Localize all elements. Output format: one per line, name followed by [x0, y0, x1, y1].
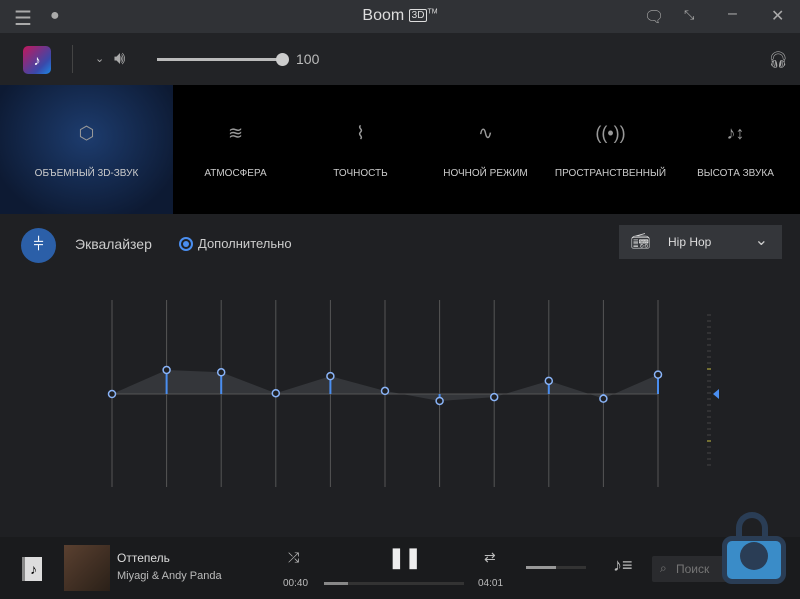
boombox-icon: 📻︎ — [631, 233, 651, 250]
eq-band-knob[interactable] — [162, 365, 171, 375]
effect-label: ТОЧНОСТЬ — [333, 168, 388, 179]
minimize-icon[interactable]: – — [728, 5, 737, 23]
lock-overlay-icon — [722, 512, 786, 586]
chevron-down-icon: ⌄ — [754, 232, 768, 249]
waves-icon: ≋ — [227, 123, 244, 143]
cube-icon: ⬡ — [78, 123, 95, 143]
app-logo[interactable]: ♪ — [23, 46, 51, 74]
player-volume-fill — [526, 566, 556, 569]
search-icon: ⌕ — [660, 561, 667, 575]
progress-bar[interactable] — [324, 582, 464, 585]
shuffle-icon[interactable]: ⤮ — [288, 549, 299, 566]
title-tm: TM — [427, 8, 438, 16]
volume-slider-handle[interactable] — [276, 53, 289, 66]
eq-band-knob[interactable] — [271, 388, 281, 398]
search-input[interactable] — [676, 560, 720, 578]
pause-icon[interactable]: ❚❚ — [388, 545, 422, 570]
app-title-text: Boom — [362, 7, 405, 24]
duration: 04:01 — [478, 578, 504, 589]
preset-dropdown[interactable]: 📻︎ Hip Hop ⌄ — [619, 225, 782, 259]
compact-icon[interactable]: ⤡ — [684, 7, 694, 23]
progress-fill — [324, 582, 348, 585]
effects-bar: ⬡ ОБЪЕМНЫЙ 3D-ЗВУК ≋ АТМОСФЕРА ⌇ ТОЧНОСТЬ ∿… — [0, 85, 800, 214]
effect-label: АТМОСФЕРА — [204, 168, 267, 179]
advanced-label[interactable]: Дополнительно — [198, 236, 292, 251]
equalizer-label: Эквалайзер — [75, 236, 152, 252]
eq-band-knob[interactable] — [326, 371, 335, 381]
eq-band-knob[interactable] — [599, 394, 608, 403]
advanced-radio[interactable] — [179, 237, 193, 251]
effect-night-mode[interactable]: ∿ НОЧНОЙ РЕЖИМ — [423, 85, 548, 214]
eq-band-knob[interactable] — [653, 370, 663, 379]
effect-label: НОЧНОЙ РЕЖИМ — [443, 168, 528, 179]
feedback-icon[interactable]: 🗨 — [644, 7, 664, 27]
eq-band-knob[interactable] — [435, 396, 444, 406]
effect-label: ВЫСОТА ЗВУКА — [697, 168, 774, 179]
app-title: Boom 3D TM — [0, 7, 800, 25]
equalizer-toggle[interactable]: ⫩ — [21, 228, 56, 263]
divider — [72, 45, 73, 73]
preamp-handle-knob[interactable] — [713, 389, 719, 399]
headphones-icon[interactable]: 🎧︎ — [768, 50, 788, 70]
eq-band-knob[interactable] — [489, 392, 499, 402]
sliders-icon: ⫩ — [33, 234, 44, 254]
spatial-icon: ((•)) — [595, 123, 626, 143]
title-bar: ☰ ● Boom 3D TM 🗨 ⤡ – ✕ — [0, 0, 800, 33]
effect-fidelity[interactable]: ⌇ ТОЧНОСТЬ — [298, 85, 423, 214]
eq-band-knob[interactable] — [107, 389, 117, 399]
volume-slider[interactable] — [157, 58, 282, 61]
repeat-icon[interactable]: ⇄ — [484, 549, 496, 566]
track-title: Оттепель — [117, 551, 170, 565]
close-icon[interactable]: ✕ — [771, 6, 784, 26]
volume-value: 100 — [296, 51, 320, 67]
effect-spatial[interactable]: ((•)) ПРОСТРАНСТВЕННЫЙ — [548, 85, 673, 214]
effect-label: ПРОСТРАНСТВЕННЫЙ — [554, 168, 667, 179]
speaker-icon[interactable]: 🔊︎ — [114, 48, 125, 69]
music-library-icon[interactable]: ♪ — [22, 557, 42, 581]
playlist-icon[interactable]: ♪≡ — [613, 555, 633, 576]
chevron-down-icon[interactable]: ⌄ — [95, 52, 104, 65]
effect-ambience[interactable]: ≋ АТМОСФЕРА — [173, 85, 298, 214]
eq-band-knob[interactable] — [216, 368, 226, 377]
pulse-icon: ⌇ — [356, 123, 365, 143]
track-artist: Miyagi & Andy Panda — [117, 570, 222, 582]
title-badge: 3D — [408, 9, 428, 22]
effect-label: ОБЪЕМНЫЙ 3D-ЗВУК — [34, 168, 139, 179]
equalizer-graph — [107, 300, 719, 487]
effect-3d-surround[interactable]: ⬡ ОБЪЕМНЫЙ 3D-ЗВУК — [0, 85, 173, 214]
eq-band-knob[interactable] — [544, 376, 554, 386]
night-wave-icon: ∿ — [477, 123, 494, 143]
album-art — [64, 545, 110, 591]
pitch-icon: ♪↕ — [726, 123, 745, 143]
elapsed-time: 00:40 — [283, 578, 309, 589]
player-volume-slider[interactable] — [526, 566, 586, 569]
preset-value: Hip Hop — [668, 235, 712, 249]
eq-band-knob[interactable] — [380, 386, 390, 396]
effect-pitch[interactable]: ♪↕ ВЫСОТА ЗВУКА — [673, 85, 798, 214]
